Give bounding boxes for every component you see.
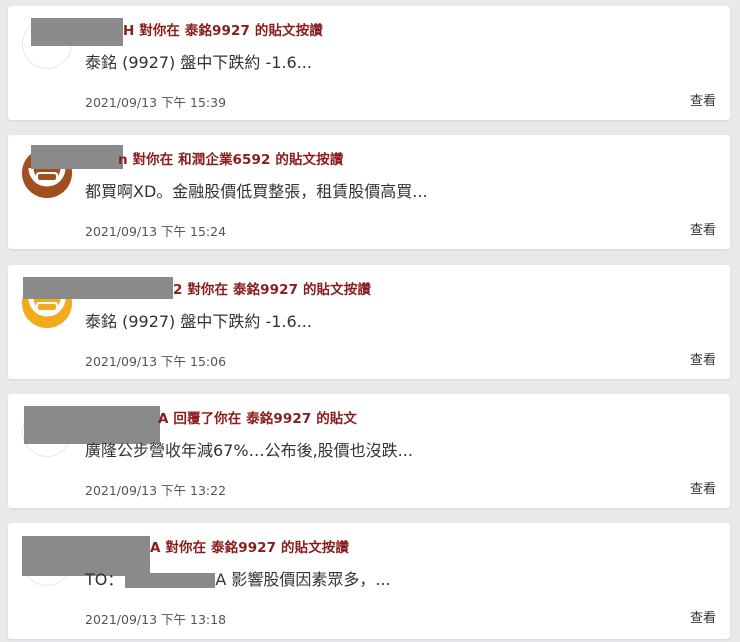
view-button[interactable]: 查看 bbox=[690, 478, 716, 497]
suffix-text: 的貼文按讚 bbox=[254, 23, 323, 39]
view-button[interactable]: 查看 bbox=[690, 219, 716, 238]
redacted-username bbox=[31, 145, 123, 169]
timestamp: 2021/09/13 下午 15:39 bbox=[85, 95, 227, 110]
post-excerpt[interactable]: 泰銘 (9927) 盤中下跌約 -1.6... bbox=[85, 49, 312, 73]
suffix-text: 的貼文按讚 bbox=[281, 540, 349, 556]
username-tail[interactable]: n bbox=[118, 152, 128, 168]
suffix-text: 的貼文按讚 bbox=[302, 282, 371, 298]
notification-title: A 對你在 泰銘9927 的貼文按讚 bbox=[150, 536, 349, 556]
stock-link[interactable]: 泰銘9927 bbox=[233, 282, 298, 298]
suffix-text: 的貼文按讚 bbox=[275, 152, 344, 168]
stock-link[interactable]: 泰銘9927 bbox=[211, 540, 276, 556]
timestamp: 2021/09/13 下午 15:24 bbox=[85, 224, 227, 239]
notification-card[interactable]: H 對你在 泰銘9927 的貼文按讚 泰銘 (9927) 盤中下跌約 -1.6.… bbox=[8, 6, 730, 120]
view-button[interactable]: 查看 bbox=[690, 349, 716, 368]
notification-title: 2 對你在 泰銘9927 的貼文按讚 bbox=[173, 278, 371, 298]
reply-prefix: TO： bbox=[85, 570, 124, 589]
notification-title: H 對你在 泰銘9927 的貼文按讚 bbox=[123, 19, 323, 39]
notification-title: n 對你在 和潤企業6592 的貼文按讚 bbox=[118, 148, 343, 168]
action-text: 對你在 bbox=[139, 23, 181, 39]
notification-card[interactable]: n 對你在 和潤企業6592 的貼文按讚 都買啊XD。金融股價低買整張，租賃股價… bbox=[8, 135, 730, 249]
action-text: 對你在 bbox=[132, 152, 174, 168]
post-excerpt[interactable]: TO： A 影響股價因素眾多，... bbox=[85, 566, 391, 590]
username-tail[interactable]: H bbox=[123, 23, 134, 39]
post-excerpt[interactable]: 泰銘 (9927) 盤中下跌約 -1.6... bbox=[85, 308, 312, 332]
notification-card[interactable]: 2 對你在 泰銘9927 的貼文按讚 泰銘 (9927) 盤中下跌約 -1.6.… bbox=[8, 265, 730, 379]
redacted-username bbox=[31, 18, 123, 46]
username-tail[interactable]: A bbox=[150, 540, 161, 556]
view-button[interactable]: 查看 bbox=[690, 90, 716, 109]
stock-link[interactable]: 和潤企業6592 bbox=[178, 152, 270, 168]
timestamp: 2021/09/13 下午 15:06 bbox=[85, 354, 227, 369]
post-excerpt[interactable]: 都買啊XD。金融股價低買整張，租賃股價高買... bbox=[85, 178, 428, 202]
reply-text: A 影響股價因素眾多，... bbox=[215, 570, 391, 589]
suffix-text: 的貼文 bbox=[316, 411, 357, 427]
timestamp: 2021/09/13 下午 13:18 bbox=[85, 612, 227, 627]
notification-card[interactable]: A 回覆了你在 泰銘9927 的貼文 廣隆公步營收年減67%…公布後,股價也沒跌… bbox=[8, 394, 730, 508]
notification-card[interactable]: A 對你在 泰銘9927 的貼文按讚 TO： A 影響股價因素眾多，... 202… bbox=[8, 523, 730, 639]
stock-link[interactable]: 泰銘9927 bbox=[246, 411, 311, 427]
username-tail[interactable]: 2 bbox=[173, 282, 183, 298]
action-text: 對你在 bbox=[187, 282, 229, 298]
username-tail[interactable]: A bbox=[158, 411, 169, 427]
redacted-username bbox=[23, 277, 173, 299]
notification-title: A 回覆了你在 泰銘9927 的貼文 bbox=[158, 407, 357, 427]
redacted-mention bbox=[125, 573, 216, 588]
view-button[interactable]: 查看 bbox=[690, 607, 716, 626]
action-text: 對你在 bbox=[165, 540, 207, 556]
action-text: 回覆了你在 bbox=[173, 411, 242, 427]
stock-link[interactable]: 泰銘9927 bbox=[185, 23, 250, 39]
post-excerpt[interactable]: 廣隆公步營收年減67%…公布後,股價也沒跌... bbox=[85, 437, 413, 461]
timestamp: 2021/09/13 下午 13:22 bbox=[85, 483, 227, 498]
